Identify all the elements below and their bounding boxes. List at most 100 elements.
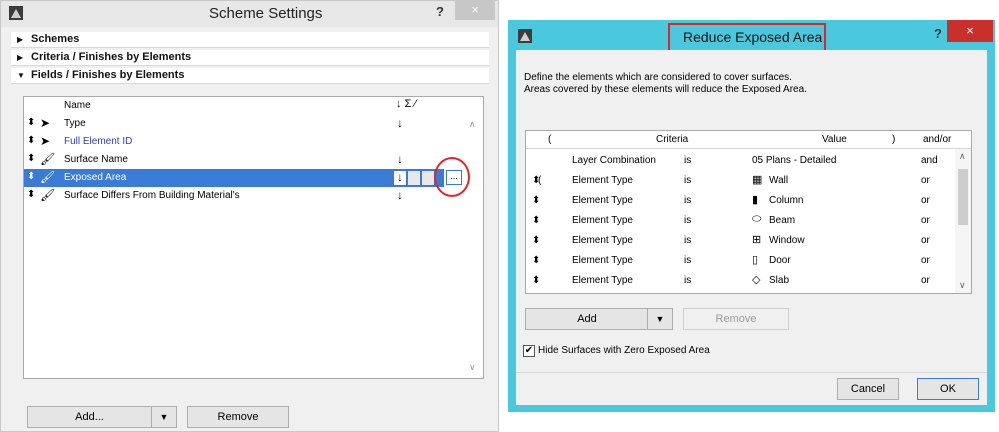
scroll-up-icon[interactable]: ∧: [959, 151, 966, 162]
field-row-type[interactable]: ⬍ ➤ Type ↓: [24, 115, 464, 133]
chevron-down-icon: ▼: [655, 314, 665, 324]
value-cell[interactable]: Door: [769, 255, 791, 266]
sort-arrow-icon[interactable]: ↓: [397, 152, 403, 166]
column-icon: ▮: [752, 194, 759, 206]
scroll-up-icon[interactable]: ∧: [469, 119, 476, 130]
remove-criterion-button[interactable]: Remove: [683, 308, 789, 330]
beam-icon: ⬭: [752, 213, 762, 225]
wall-icon: ▦: [752, 174, 763, 186]
help-button[interactable]: ?: [436, 4, 444, 19]
scroll-down-icon[interactable]: ∨: [959, 280, 966, 291]
andor-cell[interactable]: or: [921, 275, 930, 286]
criteria-cell[interactable]: Element Type: [572, 175, 633, 186]
drag-handle-icon[interactable]: ⬍: [27, 135, 35, 146]
reduce-exposed-area-body: Define the elements which are considered…: [516, 50, 987, 405]
drag-handle-icon[interactable]: ⬍: [27, 117, 35, 128]
andor-cell[interactable]: and: [921, 155, 938, 166]
sort-arrow-icon[interactable]: ↓: [397, 188, 403, 202]
section-label: Criteria / Finishes by Elements: [31, 51, 192, 63]
criteria-row[interactable]: ⬍ Element Type is or ⊞ Window: [526, 231, 956, 251]
andor-cell[interactable]: or: [921, 235, 930, 246]
criteria-row[interactable]: ⬍ Element Type is or ◇ Slab: [526, 271, 956, 291]
field-row-surface-name[interactable]: ⬍ 🖌 Surface Name ↓: [24, 151, 464, 169]
remove-field-button[interactable]: Remove: [187, 406, 289, 428]
sort-arrow-icon[interactable]: ↓: [397, 116, 403, 130]
criteria-row[interactable]: ⬍ Element Type is or ▮ Column: [526, 191, 956, 211]
drag-handle-icon[interactable]: ⬍: [532, 255, 540, 266]
criteria-cell[interactable]: Element Type: [572, 215, 633, 226]
close-button[interactable]: ×: [947, 20, 993, 42]
value-cell[interactable]: Wall: [769, 175, 788, 186]
operator-cell[interactable]: is: [684, 155, 691, 166]
value-cell[interactable]: Slab: [769, 275, 789, 286]
value-cell[interactable]: Window: [769, 235, 805, 246]
field-label: Full Element ID: [64, 136, 133, 147]
criteria-row[interactable]: ⬍(Element Type is or ▦ Wall: [526, 171, 956, 191]
slab-icon: ◇: [752, 274, 761, 286]
drag-handle-icon[interactable]: ⬍: [532, 235, 540, 246]
criteria-scrollbar[interactable]: ∧ ∨: [955, 149, 971, 293]
andor-cell[interactable]: or: [921, 255, 930, 266]
drag-handle-icon[interactable]: ⬍: [532, 275, 540, 286]
value-cell[interactable]: Beam: [769, 215, 795, 226]
column-header-icons: ↓ Σ ⁄: [396, 98, 417, 110]
add-dropdown-button[interactable]: ▼: [151, 406, 177, 428]
sort-toggle[interactable]: ↓: [394, 171, 406, 185]
field-row-surface-differs[interactable]: ⬍ 🖌 Surface Differs From Building Materi…: [24, 187, 464, 205]
window-icon: ⊞: [752, 234, 762, 246]
drag-handle-icon[interactable]: ⬍: [532, 195, 540, 206]
andor-cell[interactable]: or: [921, 175, 930, 186]
drag-handle-icon[interactable]: ⬍: [27, 153, 35, 164]
criteria-cell[interactable]: Layer Combination: [572, 155, 656, 166]
criteria-row[interactable]: Layer Combination is and 05 Plans - Detaile…: [526, 151, 956, 171]
value-cell[interactable]: 05 Plans - Detailed: [752, 155, 837, 166]
cancel-button[interactable]: Cancel: [837, 378, 899, 400]
open-paren[interactable]: (: [538, 175, 541, 186]
criteria-cell[interactable]: Element Type: [572, 195, 633, 206]
add-criterion-button[interactable]: Add: [525, 308, 649, 330]
fields-scrollbar[interactable]: ∧ ∨: [467, 117, 481, 375]
section-criteria[interactable]: ▶ Criteria / Finishes by Elements: [11, 50, 489, 66]
criteria-cell[interactable]: Element Type: [572, 255, 633, 266]
operator-cell[interactable]: is: [684, 215, 691, 226]
value-cell[interactable]: Column: [769, 195, 803, 206]
criteria-row[interactable]: ⬍ Element Type is or ▯ Door: [526, 251, 956, 271]
scroll-thumb[interactable]: [958, 169, 968, 225]
brush-icon: 🖌: [40, 170, 56, 184]
section-label: Fields / Finishes by Elements: [31, 69, 185, 81]
add-field-button[interactable]: Add...: [27, 406, 152, 428]
operator-cell[interactable]: is: [684, 235, 691, 246]
field-row-full-element-id[interactable]: ⬍ ➤ Full Element ID: [24, 133, 464, 151]
ok-button[interactable]: OK: [917, 378, 979, 400]
sum-toggle[interactable]: [408, 171, 420, 185]
drag-handle-icon[interactable]: ⬍: [27, 189, 35, 200]
reduce-exposed-area-dialog: Reduce Exposed Area ? × Define the eleme…: [508, 20, 995, 412]
field-label: Exposed Area: [64, 172, 127, 183]
close-button[interactable]: ×: [455, 1, 495, 20]
criteria-row[interactable]: ⬍Element Typeisor◭Roof: [526, 291, 956, 293]
hide-zero-area-checkbox[interactable]: ✔: [523, 345, 535, 357]
add-dropdown-button[interactable]: ▼: [647, 308, 673, 330]
section-fields[interactable]: ▼ Fields / Finishes by Elements: [11, 68, 489, 84]
field-label: Surface Name: [64, 154, 128, 165]
flag-toggle[interactable]: [422, 171, 434, 185]
field-row-exposed-area[interactable]: ⬍ 🖌 Exposed Area ↓: [24, 169, 444, 187]
help-button[interactable]: ?: [934, 26, 942, 41]
operator-cell[interactable]: is: [684, 175, 691, 186]
scroll-down-icon[interactable]: ∨: [469, 362, 476, 373]
andor-cell[interactable]: or: [921, 195, 930, 206]
drag-handle-icon[interactable]: ⬍: [27, 171, 35, 182]
operator-cell[interactable]: is: [684, 255, 691, 266]
door-icon: ▯: [752, 254, 759, 266]
criteria-table-header: ( Criteria Value ) and/or: [526, 131, 971, 149]
criteria-row[interactable]: ⬍ Element Type is or ⬭ Beam: [526, 211, 956, 231]
operator-cell[interactable]: is: [684, 195, 691, 206]
column-header-andor: and/or: [923, 134, 952, 145]
operator-cell[interactable]: is: [684, 275, 691, 286]
criteria-cell[interactable]: Element Type: [572, 275, 633, 286]
criteria-table: ( Criteria Value ) and/or Layer Combinat…: [525, 130, 972, 294]
andor-cell[interactable]: or: [921, 215, 930, 226]
drag-handle-icon[interactable]: ⬍: [532, 215, 540, 226]
section-schemes[interactable]: ▶ Schemes: [11, 32, 489, 48]
criteria-cell[interactable]: Element Type: [572, 235, 633, 246]
